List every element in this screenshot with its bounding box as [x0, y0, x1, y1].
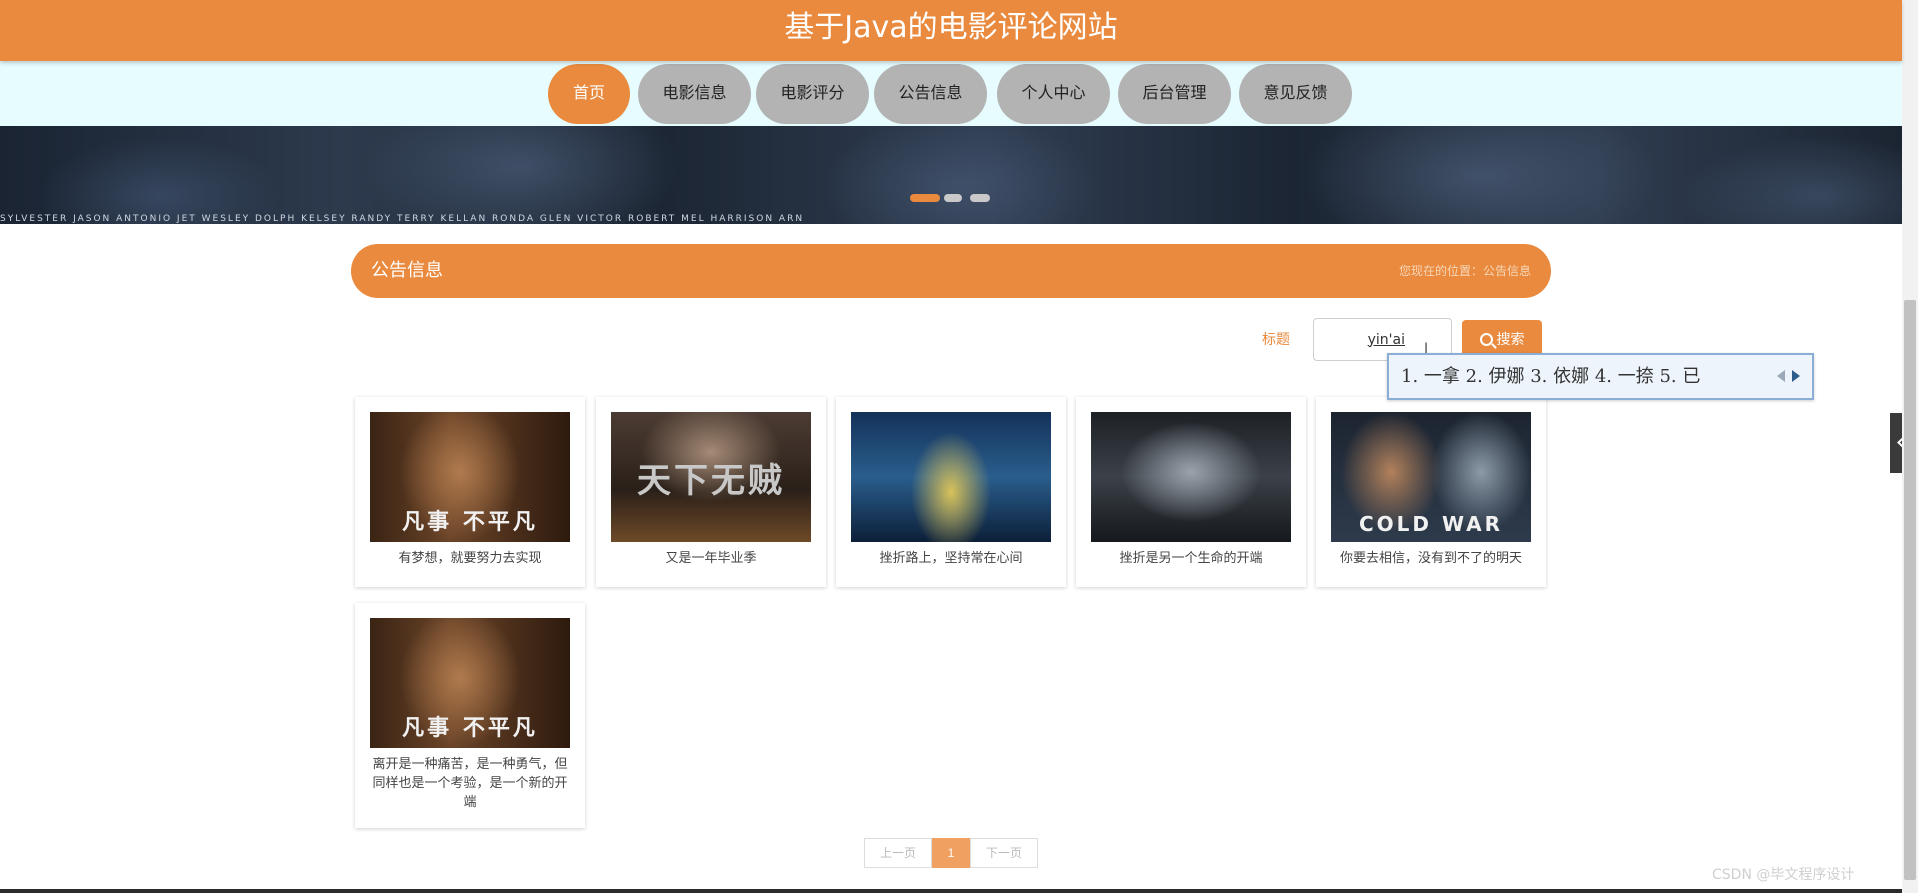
search-button-label: 搜索 [1496, 331, 1525, 347]
announcement-card[interactable]: 挫折是另一个生命的开端 [1076, 397, 1306, 587]
card-image[interactable] [1091, 412, 1291, 542]
card-image[interactable]: 凡事 不平凡 [370, 412, 570, 542]
card-image[interactable]: COLD WAR [1331, 412, 1531, 542]
announcement-card[interactable]: 凡事 不平凡 离开是一种痛苦，是一种勇气，但同样也是一个考验，是一个新的开端 [355, 603, 585, 828]
section-header: 公告信息 您现在的位置：公告信息 [351, 244, 1551, 298]
next-page-button[interactable]: 下一页 [970, 838, 1038, 868]
nav-item-movie-rating[interactable]: 电影评分 [756, 64, 869, 124]
carousel-dot-1[interactable] [910, 194, 940, 202]
banner-carousel[interactable]: SYLVESTER JASON ANTONIO JET WESLEY DOLPH… [0, 126, 1902, 224]
search-label: 标题 [1262, 332, 1290, 348]
main-nav: 首页 电影信息 电影评分 公告信息 个人中心 后台管理 意见反馈 [0, 61, 1902, 126]
breadcrumb: 您现在的位置：公告信息 [1398, 264, 1531, 278]
ime-next-page-icon[interactable] [1792, 370, 1800, 382]
card-image[interactable]: 天下无贼 [611, 412, 811, 542]
poster-text: COLD WAR [1358, 512, 1504, 536]
nav-item-announcements[interactable]: 公告信息 [874, 64, 987, 124]
section-title: 公告信息 [371, 260, 443, 281]
scrollbar[interactable] [1902, 0, 1918, 893]
carousel-dot-3[interactable] [970, 194, 990, 202]
card-image[interactable]: 凡事 不平凡 [370, 618, 570, 748]
carousel-dot-2[interactable] [944, 194, 962, 202]
ime-candidates[interactable]: 1. 一拿 2. 伊娜 3. 依娜 4. 一捺 5. 已 [1401, 355, 1700, 398]
poster-text: 凡事 不平凡 [402, 510, 538, 535]
card-caption[interactable]: 又是一年毕业季 [608, 549, 814, 568]
nav-item-home[interactable]: 首页 [548, 64, 630, 124]
announcement-card[interactable]: 天下无贼 又是一年毕业季 [596, 397, 826, 587]
nav-item-personal-center[interactable]: 个人中心 [997, 64, 1110, 124]
ime-candidate-popup[interactable]: 1. 一拿 2. 伊娜 3. 依娜 4. 一捺 5. 已 [1387, 353, 1814, 400]
card-caption[interactable]: 离开是一种痛苦，是一种勇气，但同样也是一个考验，是一个新的开端 [367, 755, 573, 812]
poster-text: 天下无贼 [637, 461, 785, 501]
card-caption[interactable]: 挫折是另一个生命的开端 [1088, 549, 1294, 568]
window-bottom-edge [0, 889, 1902, 893]
search-icon [1479, 333, 1493, 346]
watermark: CSDN @毕文程序设计 [1712, 867, 1855, 883]
nav-item-feedback[interactable]: 意见反馈 [1239, 64, 1352, 124]
card-image[interactable] [851, 412, 1051, 542]
nav-item-movie-info[interactable]: 电影信息 [638, 64, 751, 124]
card-caption[interactable]: 你要去相信，没有到不了的明天 [1328, 549, 1534, 568]
text-cursor-icon: Ι [1424, 341, 1429, 357]
announcement-card[interactable]: 凡事 不平凡 有梦想，就要努力去实现 [355, 397, 585, 587]
ime-prev-page-icon[interactable] [1777, 370, 1785, 382]
card-caption[interactable]: 挫折路上，坚持常在心间 [848, 549, 1054, 568]
header: 基于Java的电影评论网站 [0, 0, 1902, 61]
announcement-card[interactable]: 挫折路上，坚持常在心间 [836, 397, 1066, 587]
announcement-card[interactable]: COLD WAR 你要去相信，没有到不了的明天 [1316, 397, 1546, 587]
page-button-current[interactable]: 1 [932, 838, 970, 868]
banner-cast-names: SYLVESTER JASON ANTONIO JET WESLEY DOLPH… [0, 214, 805, 224]
prev-page-button[interactable]: 上一页 [864, 838, 932, 868]
site-title: 基于Java的电影评论网站 [784, 10, 1118, 45]
nav-item-admin[interactable]: 后台管理 [1118, 64, 1231, 124]
scrollbar-thumb[interactable] [1904, 300, 1916, 880]
card-caption[interactable]: 有梦想，就要努力去实现 [367, 549, 573, 568]
poster-text: 凡事 不平凡 [402, 716, 538, 741]
page: 基于Java的电影评论网站 首页 电影信息 电影评分 公告信息 个人中心 后台管… [0, 0, 1918, 893]
